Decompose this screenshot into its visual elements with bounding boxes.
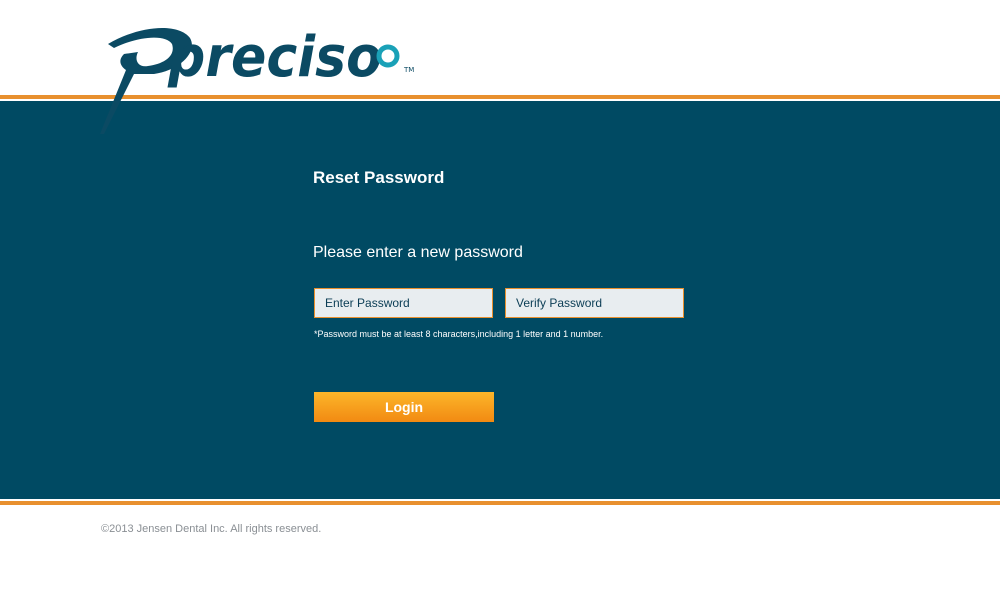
footer-orange-rule <box>0 501 1000 505</box>
page-title: Reset Password <box>313 168 445 187</box>
preciso-logo: preciso TM <box>98 18 428 138</box>
logo-wordmark: preciso <box>167 25 382 90</box>
copyright-text: ©2013 Jensen Dental Inc. All rights rese… <box>101 523 322 535</box>
verify-password-input[interactable] <box>505 288 684 318</box>
enter-password-input[interactable] <box>314 288 493 318</box>
reset-panel <box>0 101 1000 499</box>
logo-trademark: TM <box>403 66 414 74</box>
instruction-text: Please enter a new password <box>313 244 523 261</box>
login-button[interactable]: Login <box>314 392 494 422</box>
password-hint: *Password must be at least 8 characters,… <box>314 329 604 339</box>
